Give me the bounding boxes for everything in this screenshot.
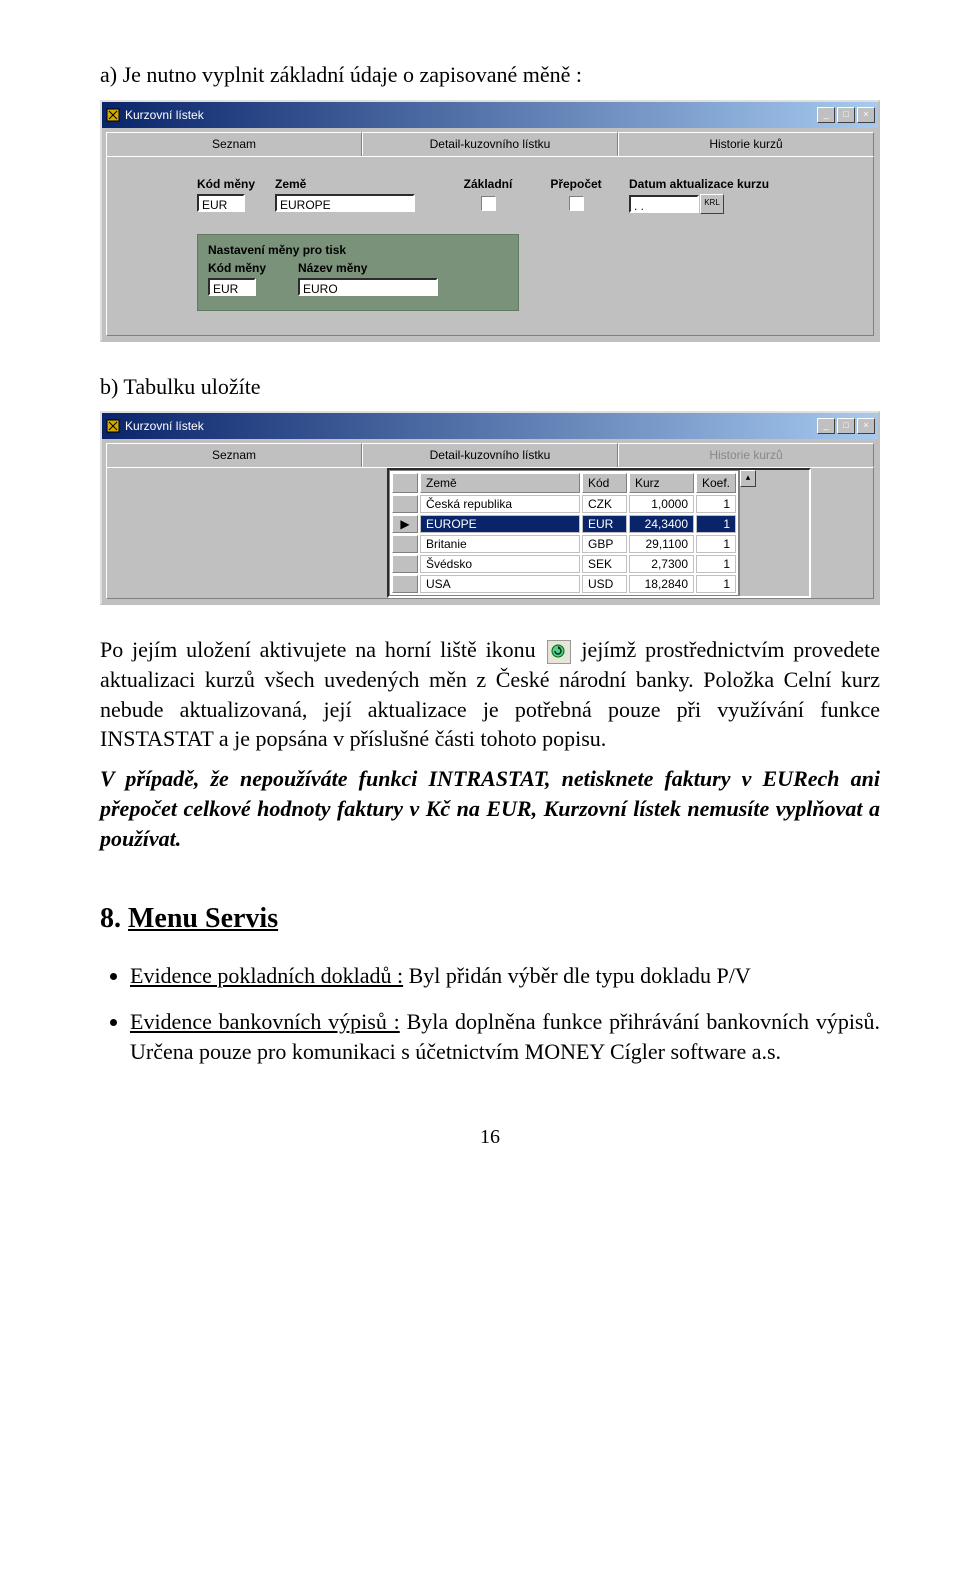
row-marker [392, 575, 418, 593]
label-g-nazev: Název měny [298, 261, 458, 275]
section-title: Menu Servis [128, 903, 278, 934]
cell-zeme: USA [420, 575, 580, 593]
window-kurzovni-detail: Kurzovní lístek _ □ × Seznam Detail-kuzo… [100, 100, 880, 342]
col-kod[interactable]: Kód [582, 473, 627, 493]
col-kurz[interactable]: Kurz [629, 473, 694, 493]
label-kod-meny: Kód měny [197, 177, 257, 191]
cell-kurz: 18,2840 [629, 575, 694, 593]
row-marker [392, 495, 418, 513]
cell-zeme: Britanie [420, 535, 580, 553]
label-zeme: Země [275, 177, 435, 191]
cell-kod: CZK [582, 495, 627, 513]
row-marker [392, 555, 418, 573]
table-row[interactable]: ŠvédskoSEK2,73001 [392, 555, 736, 573]
titlebar-2[interactable]: Kurzovní lístek _ □ × [102, 413, 878, 439]
cell-koef: 1 [696, 535, 736, 553]
bullet-2: Evidence bankovních výpisů : Byla doplně… [130, 1007, 880, 1066]
cell-koef: 1 [696, 515, 736, 533]
col-koef[interactable]: Koef. [696, 473, 736, 493]
bullet-1: Evidence pokladních dokladů : Byl přidán… [130, 961, 880, 991]
scrollbar[interactable]: ▴ [739, 470, 756, 596]
tab-detail[interactable]: Detail-kuzovního lístku [362, 132, 618, 156]
cell-kurz: 29,1100 [629, 535, 694, 553]
checkbox-zakladni[interactable] [481, 196, 496, 211]
tab-historie-2[interactable]: Historie kurzů [618, 443, 874, 467]
tabs: Seznam Detail-kuzovního lístku Historie … [106, 132, 874, 156]
cell-zeme: Švédsko [420, 555, 580, 573]
cell-kurz: 24,3400 [629, 515, 694, 533]
close-button[interactable]: × [857, 107, 875, 123]
input-g-nazev[interactable]: EURO [298, 278, 438, 296]
input-kod-meny[interactable]: EUR [197, 194, 245, 212]
tab-detail-2[interactable]: Detail-kuzovního lístku [362, 443, 618, 467]
app-icon [105, 107, 121, 123]
col-marker [392, 473, 418, 493]
paragraph-b: b) Tabulku uložíte [100, 372, 880, 402]
text: Po jejím uložení aktivujete na horní liš… [100, 637, 545, 662]
input-g-kod[interactable]: EUR [208, 278, 256, 296]
checkbox-prepocet[interactable] [569, 196, 584, 211]
row-marker: ▶ [392, 515, 418, 533]
input-datum[interactable]: . . [629, 195, 699, 213]
cell-koef: 1 [696, 555, 736, 573]
table-row[interactable]: ▶EUROPEEUR24,34001 [392, 515, 736, 533]
label-prepocet: Přepočet [550, 177, 601, 191]
minimize-button[interactable]: _ [817, 418, 835, 434]
input-zeme[interactable]: EUROPE [275, 194, 415, 212]
page-number: 16 [100, 1126, 880, 1149]
titlebar[interactable]: Kurzovní lístek _ □ × [102, 102, 878, 128]
scroll-up-icon[interactable]: ▴ [740, 470, 756, 487]
cell-kod: GBP [582, 535, 627, 553]
paragraph-p2: V případě, že nepoužíváte funkci INTRAST… [100, 764, 880, 853]
window-kurzovni-historie: Kurzovní lístek _ □ × Seznam Detail-kuzo… [100, 411, 880, 605]
section-number: 8. [100, 903, 128, 934]
maximize-button[interactable]: □ [837, 418, 855, 434]
group-title: Nastavení měny pro tisk [208, 243, 508, 257]
bullet-1-rest: Byl přidán výběr dle typu dokladu P/V [403, 963, 751, 988]
row-marker [392, 535, 418, 553]
bullet-2-lead: Evidence bankovních výpisů : [130, 1009, 400, 1034]
label-g-kod: Kód měny [208, 261, 278, 275]
tab-seznam[interactable]: Seznam [106, 132, 362, 156]
cell-koef: 1 [696, 495, 736, 513]
col-zeme[interactable]: Země [420, 473, 580, 493]
refresh-rates-icon [547, 640, 571, 664]
table-row[interactable]: USAUSD18,28401 [392, 575, 736, 593]
bullet-1-lead: Evidence pokladních dokladů : [130, 963, 403, 988]
cell-zeme: Česká republika [420, 495, 580, 513]
date-picker-button[interactable]: KRL [700, 194, 724, 214]
window-title-2: Kurzovní lístek [125, 419, 817, 433]
tabs-2: Seznam Detail-kuzovního lístku Historie … [106, 443, 874, 467]
table-row[interactable]: BritanieGBP29,11001 [392, 535, 736, 553]
tab-historie[interactable]: Historie kurzů [618, 132, 874, 156]
section-heading: 8. Menu Servis [100, 903, 880, 935]
cell-zeme: EUROPE [420, 515, 580, 533]
group-nastaveni-tisk: Nastavení měny pro tisk Kód měny EUR Náz… [197, 234, 519, 311]
currency-grid[interactable]: Země Kód Kurz Koef. Česká republikaCZK1,… [387, 468, 811, 598]
maximize-button[interactable]: □ [837, 107, 855, 123]
cell-kod: EUR [582, 515, 627, 533]
tab-content-detail: Kód měny EUR Země EUROPE Základní Přepoč… [106, 156, 874, 336]
app-icon [105, 418, 121, 434]
cell-kod: SEK [582, 555, 627, 573]
cell-kurz: 2,7300 [629, 555, 694, 573]
bullet-list: Evidence pokladních dokladů : Byl přidán… [100, 961, 880, 1066]
window-title: Kurzovní lístek [125, 108, 817, 122]
label-datum-aktualizace: Datum aktualizace kurzu [629, 177, 799, 191]
tab-seznam-2[interactable]: Seznam [106, 443, 362, 467]
label-zakladni: Základní [464, 177, 513, 191]
cell-kurz: 1,0000 [629, 495, 694, 513]
minimize-button[interactable]: _ [817, 107, 835, 123]
paragraph-a: a) Je nutno vyplnit základní údaje o zap… [100, 60, 880, 90]
close-button[interactable]: × [857, 418, 875, 434]
cell-koef: 1 [696, 575, 736, 593]
tab-content-historie: Země Kód Kurz Koef. Česká republikaCZK1,… [106, 467, 874, 599]
paragraph-p1: Po jejím uložení aktivujete na horní liš… [100, 635, 880, 754]
table-row[interactable]: Česká republikaCZK1,00001 [392, 495, 736, 513]
cell-kod: USD [582, 575, 627, 593]
